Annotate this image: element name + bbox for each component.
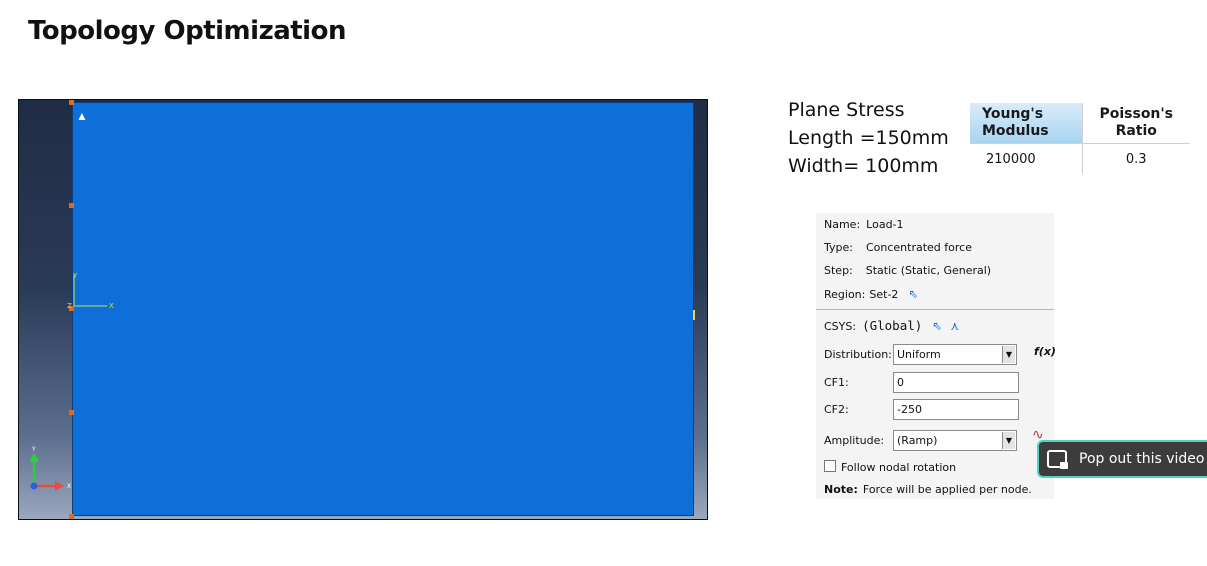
- note-text: Force will be applied per node.: [862, 483, 1032, 496]
- amplitude-value: (Ramp): [897, 434, 938, 447]
- distribution-row: Distribution:: [824, 348, 892, 361]
- node-marker: [69, 100, 74, 105]
- node-marker: [69, 203, 74, 208]
- pop-out-video-button[interactable]: Pop out this video: [1037, 440, 1207, 478]
- region-label: Region:: [824, 288, 866, 301]
- name-row: Name: Load-1: [824, 218, 904, 231]
- pop-out-icon: [1047, 450, 1068, 469]
- global-x-label: X: [67, 483, 71, 490]
- type-label: Type:: [824, 241, 853, 254]
- type-row: Type: Concentrated force: [824, 241, 972, 254]
- load-arrow-icon: [693, 310, 695, 320]
- amplitude-row: Amplitude:: [824, 434, 884, 447]
- chevron-down-icon[interactable]: ▼: [1002, 432, 1015, 449]
- follow-rotation-row[interactable]: Follow nodal rotation: [824, 460, 956, 474]
- length-text: Length =150mm: [788, 127, 949, 149]
- amplitude-select[interactable]: (Ramp) ▼: [893, 430, 1017, 451]
- csys-label: CSYS:: [824, 320, 857, 333]
- global-csys-triad-icon: Y X: [29, 446, 71, 491]
- width-text: Width= 100mm: [788, 155, 939, 177]
- table-cell: 210000: [970, 143, 1082, 174]
- mouse-cursor-icon: ▲: [76, 109, 88, 123]
- amplitude-label: Amplitude:: [824, 434, 885, 447]
- step-row: Step: Static (Static, General): [824, 264, 991, 277]
- region-row: Region: Set-2 ⇖: [824, 287, 918, 301]
- analysis-type-text: Plane Stress: [788, 99, 905, 121]
- step-value: Static (Static, General): [865, 264, 992, 277]
- table-header-row: Young's Modulus Poisson's Ratio: [970, 103, 1190, 144]
- cf1-row: CF1:: [824, 376, 849, 389]
- distribution-select[interactable]: Uniform ▼: [893, 344, 1017, 365]
- slide-title: Topology Optimization: [28, 16, 346, 46]
- column-header: Poisson's Ratio: [1081, 103, 1190, 144]
- cf1-label: CF1:: [824, 376, 849, 389]
- problem-properties: Plane Stress Length =150mm Width= 100mm: [788, 96, 949, 180]
- pop-out-label: Pop out this video: [1079, 451, 1205, 467]
- function-icon[interactable]: f(x): [1034, 345, 1056, 358]
- distribution-value: Uniform: [897, 348, 941, 361]
- follow-rotation-checkbox[interactable]: [824, 460, 836, 472]
- global-y-label: Y: [31, 446, 36, 453]
- table-cell: 0.3: [1081, 143, 1190, 174]
- cf2-row: CF2:: [824, 403, 849, 416]
- cf1-input[interactable]: 0: [893, 372, 1019, 393]
- distribution-label: Distribution:: [824, 348, 892, 361]
- edit-load-dialog: Name: Load-1 Type: Concentrated force Step…: [816, 213, 1056, 499]
- table-row: 210000 0.3: [970, 143, 1190, 174]
- select-region-icon[interactable]: ⇖: [908, 287, 918, 301]
- material-table: Young's Modulus Poisson's Ratio 210000 0…: [970, 103, 1190, 174]
- plate-part: [72, 102, 694, 516]
- csys-row: CSYS: (Global) ⇖ ⋏: [824, 318, 959, 333]
- local-csys-triad-icon: Y X Z: [67, 272, 114, 310]
- csys-value: (Global): [862, 318, 923, 333]
- model-viewport[interactable]: ▲ Y X Z Y X: [18, 99, 708, 520]
- note-row: Note: Force will be applied per node.: [824, 483, 1032, 496]
- region-value: Set-2: [869, 288, 899, 301]
- node-marker: [69, 410, 74, 415]
- step-label: Step:: [824, 264, 853, 277]
- note-label: Note:: [824, 483, 858, 496]
- divider: [816, 309, 1054, 310]
- type-value: Concentrated force: [865, 241, 972, 254]
- node-marker: [69, 514, 74, 519]
- name-value: Load-1: [866, 218, 904, 231]
- local-z-label: Z: [67, 302, 72, 310]
- create-csys-icon[interactable]: ⋏: [950, 319, 959, 333]
- select-csys-icon[interactable]: ⇖: [932, 319, 942, 333]
- name-label: Name:: [824, 218, 861, 231]
- follow-rotation-label: Follow nodal rotation: [841, 461, 957, 474]
- cf2-input[interactable]: -250: [893, 399, 1019, 420]
- column-header: Young's Modulus: [970, 103, 1082, 144]
- local-x-label: X: [109, 302, 114, 310]
- local-y-label: Y: [72, 272, 78, 280]
- cf2-label: CF2:: [824, 403, 849, 416]
- chevron-down-icon[interactable]: ▼: [1002, 346, 1015, 363]
